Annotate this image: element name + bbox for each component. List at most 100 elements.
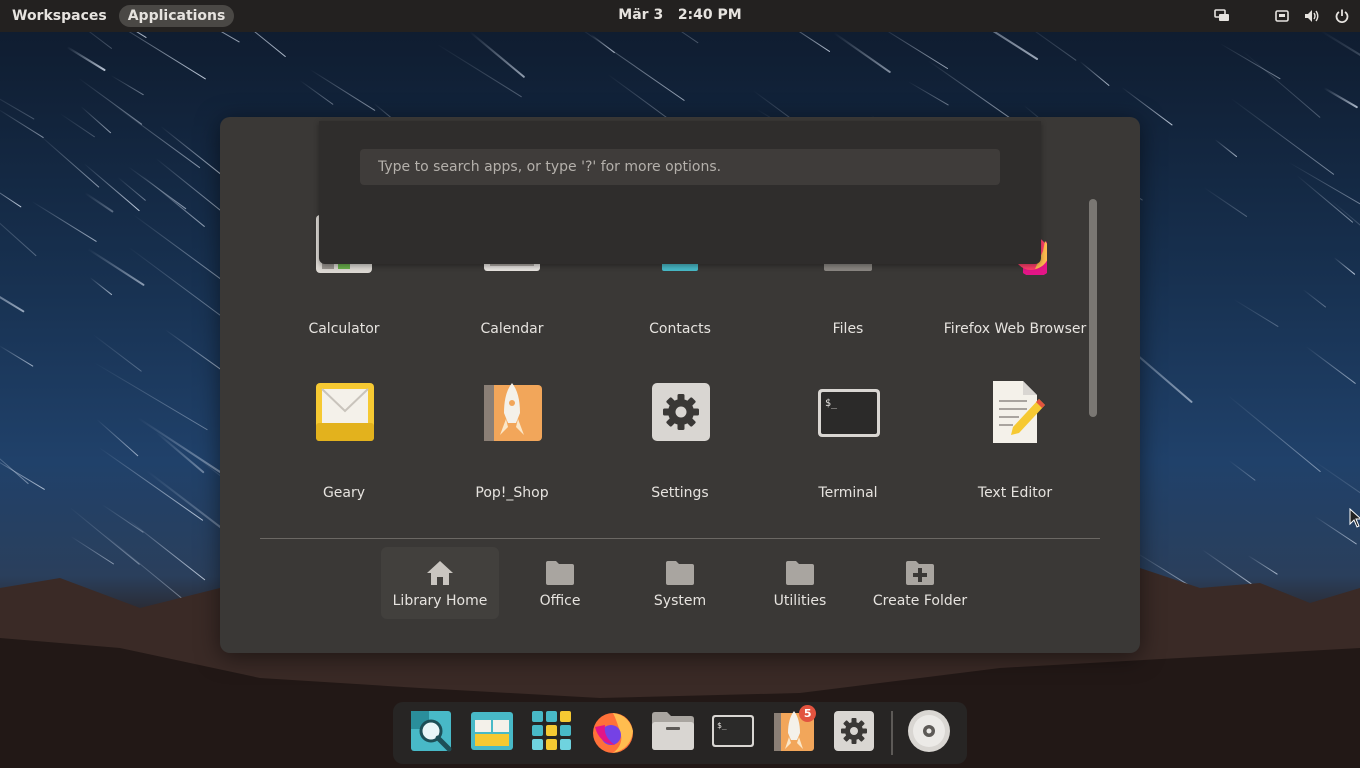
- star-trail: [110, 74, 144, 96]
- dock-pop-shop[interactable]: 5: [764, 702, 824, 764]
- mail-icon: [312, 379, 376, 443]
- folder-plus-icon: [904, 559, 936, 587]
- dock-workspaces[interactable]: [461, 702, 521, 764]
- app-label: Terminal: [818, 485, 878, 501]
- terminal-icon: $_: [816, 379, 880, 443]
- folder-label: Utilities: [773, 593, 827, 609]
- folder-label: Library Home: [392, 593, 488, 609]
- volume-icon[interactable]: [1304, 8, 1320, 24]
- app-settings[interactable]: Settings: [605, 379, 755, 501]
- create-folder-button[interactable]: Create Folder: [861, 547, 979, 619]
- pop-shop-icon: [480, 379, 544, 443]
- star-trail: [117, 176, 146, 201]
- folder-label: Create Folder: [872, 593, 968, 609]
- folder-library-home[interactable]: Library Home: [381, 547, 499, 619]
- star-trail: [1230, 98, 1334, 176]
- svg-text:$_: $_: [825, 398, 838, 409]
- app-label: Files: [832, 321, 864, 337]
- clock-time[interactable]: 2:40 PM: [678, 7, 742, 23]
- app-grid-scrollbar[interactable]: [1089, 199, 1097, 417]
- power-icon[interactable]: [1334, 8, 1350, 24]
- star-trail: [59, 113, 95, 138]
- app-pop-shop[interactable]: Pop!_Shop: [437, 379, 587, 501]
- workspaces-button[interactable]: Workspaces: [3, 5, 116, 27]
- folder-utilities[interactable]: Utilities: [741, 547, 859, 619]
- dock-disc[interactable]: [899, 702, 959, 764]
- text-editor-icon: [983, 379, 1047, 443]
- dock-terminal[interactable]: $_: [703, 702, 763, 764]
- app-label: Text Editor: [977, 485, 1053, 501]
- clock-date[interactable]: Mär 3: [618, 7, 663, 23]
- mouse-cursor-icon: [1349, 508, 1360, 528]
- search-overlay: [319, 121, 1041, 264]
- star-trail: [1214, 138, 1237, 157]
- app-label: Pop!_Shop: [475, 485, 549, 501]
- star-trail: [0, 184, 22, 208]
- screen-share-icon[interactable]: [1214, 8, 1230, 24]
- app-text-editor[interactable]: Text Editor: [940, 379, 1090, 501]
- app-label: Settings: [651, 485, 709, 501]
- search-magnifier-icon: [409, 709, 453, 757]
- star-trail: [93, 362, 209, 431]
- folder-icon: [784, 559, 816, 587]
- settings-gear-icon: [648, 379, 712, 443]
- dock-applications[interactable]: [522, 702, 582, 764]
- window-tiling-icon: [470, 711, 514, 755]
- star-trail: [1079, 60, 1110, 86]
- dock-firefox[interactable]: [582, 702, 642, 764]
- files-icon: [651, 711, 695, 755]
- star-trail: [880, 26, 949, 70]
- firefox-icon: [589, 707, 637, 759]
- app-label: Calculator: [308, 321, 380, 337]
- dock-files[interactable]: [643, 702, 703, 764]
- star-trail: [1220, 42, 1281, 80]
- folder-office[interactable]: Office: [501, 547, 619, 619]
- star-trail: [1228, 460, 1256, 482]
- star-trail: [146, 470, 226, 532]
- app-label: Firefox Web Browser: [943, 321, 1087, 337]
- star-trail: [66, 45, 106, 72]
- star-trail: [907, 81, 949, 106]
- app-label: Geary: [322, 485, 366, 501]
- settings-gear-icon: [833, 710, 875, 756]
- applications-button[interactable]: Applications: [118, 5, 235, 27]
- star-trail: [1203, 186, 1248, 217]
- star-trail: [1333, 257, 1355, 276]
- star-trail: [133, 214, 228, 284]
- star-trail: [1241, 50, 1321, 119]
- star-trail: [0, 451, 46, 490]
- star-trail: [32, 201, 98, 243]
- app-geary[interactable]: Geary: [269, 379, 419, 501]
- star-trail: [299, 79, 334, 105]
- star-trail: [128, 246, 234, 326]
- keyboard-icon[interactable]: [1274, 8, 1290, 24]
- star-trail: [1320, 29, 1360, 92]
- folder-system[interactable]: System: [621, 547, 739, 619]
- star-trail: [0, 345, 34, 368]
- star-trail: [39, 134, 100, 188]
- star-trail: [89, 276, 113, 296]
- star-trail: [1233, 298, 1279, 327]
- optical-disc-icon: [907, 709, 951, 757]
- star-trail: [435, 42, 522, 97]
- home-icon: [424, 559, 456, 587]
- dock-launcher[interactable]: [401, 702, 461, 764]
- star-trail: [127, 166, 187, 210]
- star-trail: [607, 74, 672, 122]
- dock-settings[interactable]: [824, 702, 884, 764]
- top-bar: Workspaces Applications Mär 3 2:40 PM: [0, 0, 1360, 32]
- star-trail: [1302, 288, 1327, 308]
- star-trail: [833, 31, 891, 74]
- app-terminal[interactable]: $_ Terminal: [773, 379, 923, 501]
- folder-icon: [664, 559, 696, 587]
- star-trail: [84, 191, 114, 213]
- star-trail: [1323, 86, 1359, 108]
- search-input[interactable]: [360, 149, 1000, 185]
- star-trail: [1228, 394, 1322, 472]
- star-trail: [309, 69, 376, 112]
- folder-label: Office: [539, 593, 581, 609]
- star-trail: [0, 272, 26, 314]
- star-trail: [154, 431, 205, 474]
- star-trail: [1306, 345, 1357, 384]
- application-library-panel: Calculator Calendar Contacts Files Firef…: [220, 117, 1140, 653]
